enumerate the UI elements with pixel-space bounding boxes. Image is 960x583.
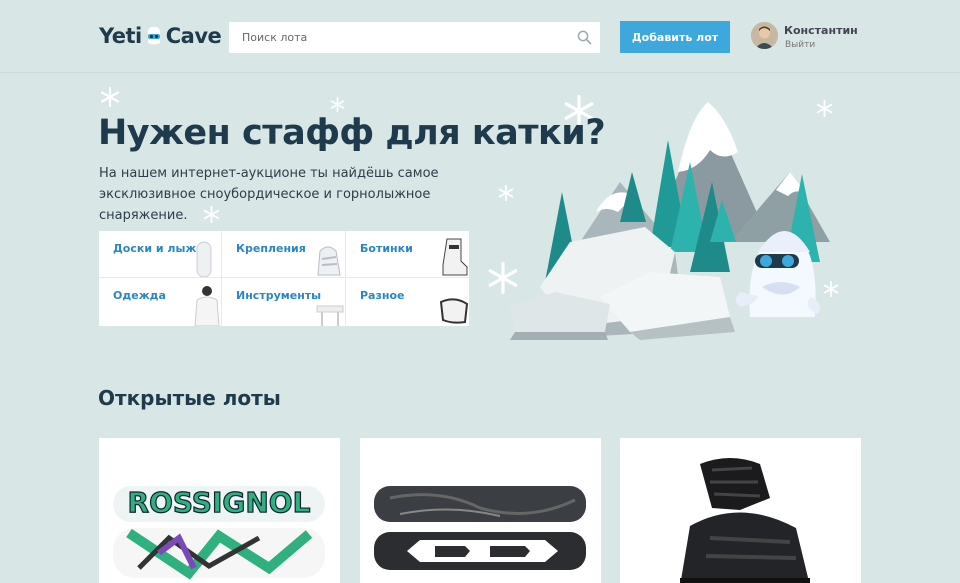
promo-text: На нашем интернет-аукционе ты найдёшь са… <box>99 166 439 223</box>
snowboard-image: ROSSIGNOL <box>113 485 325 580</box>
snowflake-icon <box>330 97 345 112</box>
category-label: Инструменты <box>236 289 322 302</box>
lot-card[interactable] <box>620 438 861 583</box>
category-label: Одежда <box>113 289 166 302</box>
mountain-yeti-illustration <box>510 102 830 340</box>
binding-thumb-icon <box>317 246 341 276</box>
search-input[interactable] <box>229 22 600 53</box>
lot-card[interactable] <box>360 438 601 583</box>
search-icon[interactable] <box>577 30 592 45</box>
goggles-thumb-icon <box>439 298 469 324</box>
logo-text-left: Yeti <box>99 24 142 48</box>
category-tools[interactable]: Инструменты <box>222 278 346 326</box>
snowflake-icon <box>100 87 120 107</box>
avatar[interactable] <box>751 22 778 49</box>
board-brand-text: ROSSIGNOL <box>128 486 311 519</box>
logo[interactable]: Yeti Cave <box>99 24 222 48</box>
boot-thumb-icon <box>442 238 468 276</box>
binding-image <box>680 458 810 583</box>
category-boots[interactable]: Ботинки <box>346 231 469 278</box>
logo-text-right: Cave <box>165 24 222 48</box>
yeti-logo-icon <box>145 25 163 47</box>
category-clothing[interactable]: Одежда <box>99 278 222 326</box>
add-lot-button[interactable]: Добавить лот <box>620 21 730 53</box>
lot-card[interactable]: ROSSIGNOL <box>99 438 340 583</box>
tool-thumb-icon <box>316 305 344 326</box>
lots-title: Открытые лоты <box>98 386 281 410</box>
category-label: Разное <box>360 289 405 302</box>
snowboard-thumb-icon <box>196 241 212 277</box>
category-bindings[interactable]: Крепления <box>222 231 346 278</box>
category-label: Крепления <box>236 242 306 255</box>
site-header: Yeti Cave Добавить лот Константин Выйти <box>0 0 960 73</box>
category-label: Ботинки <box>360 242 413 255</box>
user-name: Константин <box>784 24 858 37</box>
jacket-thumb-icon <box>194 286 220 326</box>
snowboard-image <box>374 486 586 570</box>
category-misc[interactable]: Разное <box>346 278 469 326</box>
category-boards[interactable]: Доски и лыжи <box>99 231 222 278</box>
logout-link[interactable]: Выйти <box>785 40 815 50</box>
category-grid: Доски и лыжи Крепления Ботинки Одежда Ин… <box>99 231 469 326</box>
